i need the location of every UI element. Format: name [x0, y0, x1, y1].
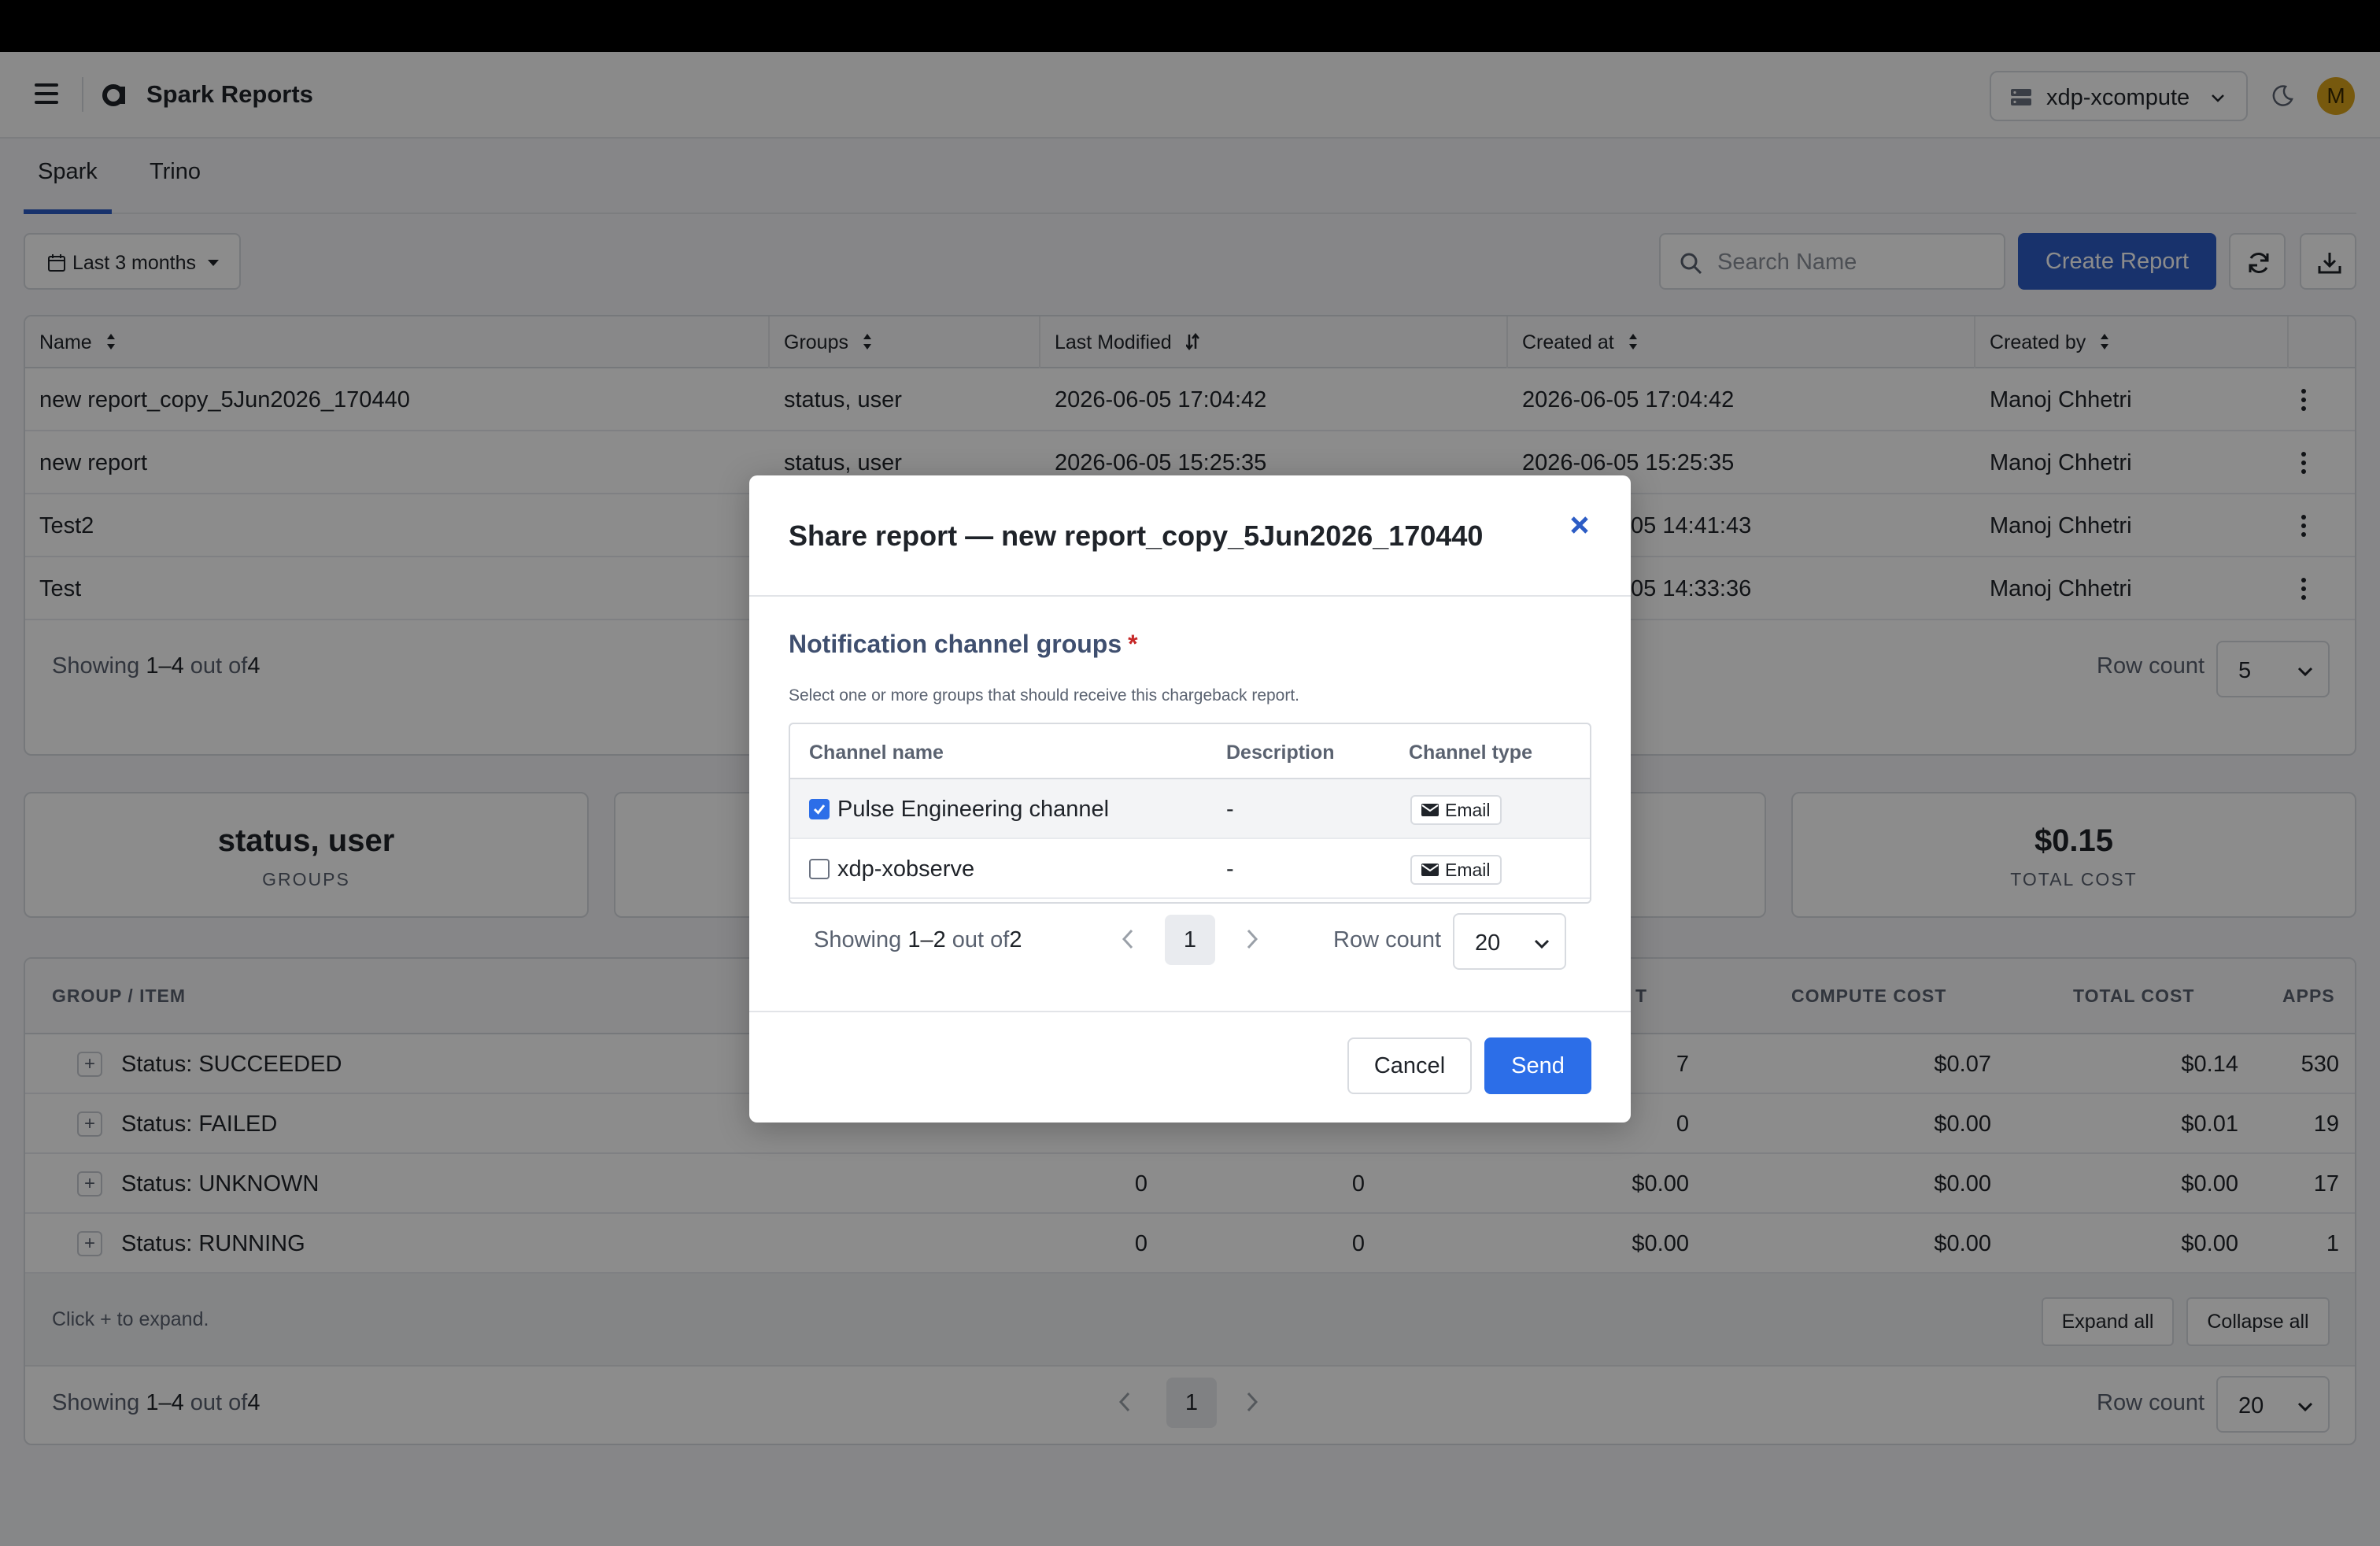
send-button[interactable]: Send: [1484, 1037, 1591, 1094]
envelope-icon: [1421, 864, 1439, 876]
channel-name: xdp-xobserve: [837, 856, 975, 882]
channel-type-badge: Email: [1410, 795, 1502, 825]
section-help-text: Select one or more groups that should re…: [789, 686, 1300, 705]
showing-mid: out of: [952, 927, 1010, 952]
channel-groups-table: Channel name Description Channel type Pu…: [789, 723, 1591, 904]
channel-table-header: Channel name Description Channel type: [790, 724, 1590, 779]
column-header-channel-type: Channel type: [1409, 742, 1532, 764]
channel-description: -: [1226, 797, 1234, 822]
showing-prefix: Showing: [814, 927, 902, 952]
chevron-down-icon: [1534, 939, 1550, 949]
section-title-text: Notification channel groups: [789, 630, 1122, 658]
check-icon: [813, 804, 826, 815]
channel-row[interactable]: xdp-xobserve - Email: [790, 839, 1590, 899]
channel-name: Pulse Engineering channel: [837, 797, 1110, 822]
showing-count: Showing 1–2 out of2: [814, 927, 1022, 953]
row-count-label: Row count: [1333, 927, 1442, 952]
channel-row[interactable]: Pulse Engineering channel - Email: [790, 779, 1590, 839]
showing-range: 1–2: [907, 927, 946, 952]
top-bezel: [0, 0, 2380, 52]
column-header-description: Description: [1226, 742, 1335, 764]
showing-total: 2: [1009, 927, 1022, 952]
channel-type: Email: [1445, 860, 1491, 880]
channel-checkbox[interactable]: [809, 799, 830, 819]
modal-header: Share report — new report_copy_5Jun2026_…: [749, 475, 1631, 597]
channel-type-badge: Email: [1410, 855, 1502, 885]
column-header-channel-name: Channel name: [809, 742, 944, 764]
channel-type: Email: [1445, 800, 1491, 820]
chevron-right-icon[interactable]: [1242, 927, 1261, 951]
page-number[interactable]: 1: [1165, 915, 1215, 965]
envelope-icon: [1421, 804, 1439, 816]
modal-title: Share report — new report_copy_5Jun2026_…: [789, 520, 1484, 552]
section-title: Notification channel groups *: [789, 630, 1138, 659]
channel-description: -: [1226, 856, 1234, 882]
chevron-left-icon[interactable]: [1119, 927, 1138, 951]
channel-checkbox[interactable]: [809, 859, 830, 879]
row-count-select[interactable]: 20: [1453, 913, 1566, 970]
share-report-modal: Share report — new report_copy_5Jun2026_…: [749, 475, 1631, 1123]
required-mark: *: [1128, 630, 1138, 658]
modal-footer: Cancel Send: [749, 1011, 1631, 1123]
row-count-value: 20: [1475, 930, 1501, 956]
cancel-button[interactable]: Cancel: [1347, 1037, 1472, 1094]
close-icon[interactable]: [1568, 513, 1591, 537]
